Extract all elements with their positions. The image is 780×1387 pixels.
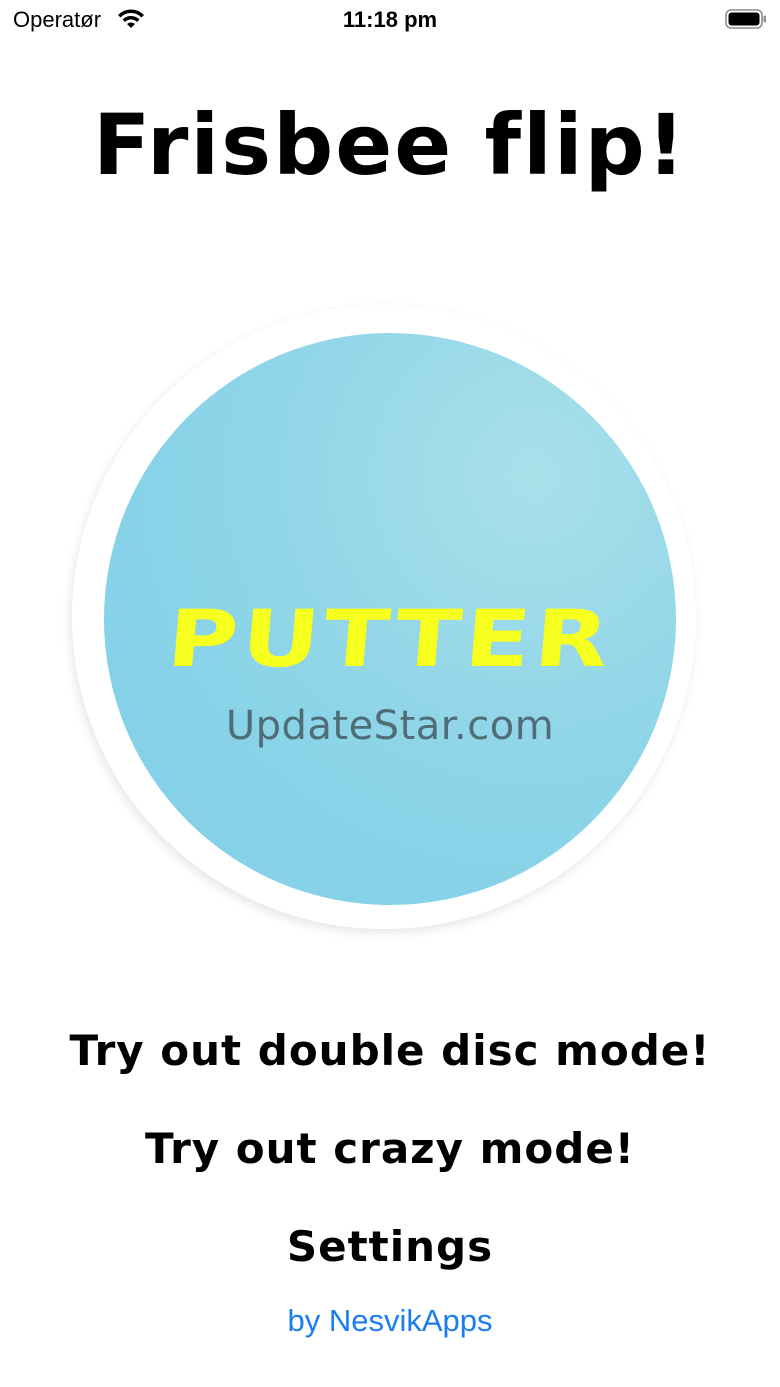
disc-face: PUTTER UpdateStar.com [104, 333, 676, 905]
battery-icon [725, 9, 766, 29]
disc-brand-label: PUTTER [163, 593, 617, 685]
crazy-mode-button[interactable]: Try out crazy mode! [0, 1124, 780, 1173]
frisbee-disc-button[interactable]: PUTTER UpdateStar.com [72, 305, 706, 939]
status-bar: Operatør 11:18 pm [0, 0, 780, 40]
clock: 11:18 pm [342, 7, 438, 32]
settings-button[interactable]: Settings [0, 1222, 780, 1271]
developer-link[interactable]: by NesvikApps [0, 1303, 780, 1339]
double-disc-mode-button[interactable]: Try out double disc mode! [0, 1026, 780, 1075]
main-screen: Operatør 11:18 pm Frisbee flip! PUTTER U… [0, 0, 780, 1387]
page-title: Frisbee flip! [92, 96, 688, 194]
watermark-label: UpdateStar.com [225, 703, 555, 749]
